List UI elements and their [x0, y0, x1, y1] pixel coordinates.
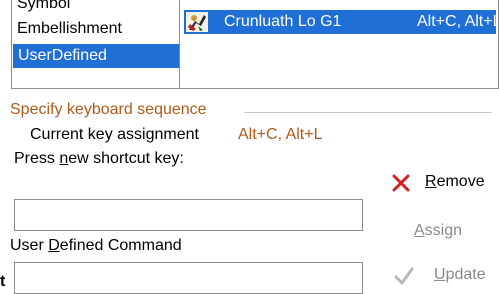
- stray-text: t: [0, 273, 6, 290]
- assignment-row[interactable]: Crunluath Lo G1 Alt+C, Alt+L: [184, 10, 499, 34]
- piper-icon: [186, 12, 208, 32]
- current-assignment-value: Alt+C, Alt+L: [238, 126, 323, 143]
- group-title: Specify keyboard sequence: [10, 101, 207, 118]
- assignment-command-name: Crunluath Lo G1: [224, 13, 342, 30]
- user-defined-command-input[interactable]: [14, 262, 363, 294]
- user-defined-command-label: User Defined Command: [10, 237, 182, 254]
- shortcut-key-input[interactable]: [14, 199, 363, 231]
- category-item-embellishment[interactable]: Embellishment: [17, 17, 122, 41]
- assignment-list[interactable]: Crunluath Lo G1 Alt+C, Alt+L: [179, 0, 499, 89]
- category-item-symbol[interactable]: Symbol: [17, 0, 70, 16]
- current-assignment-label: Current key assignment: [30, 126, 199, 143]
- assignment-keys: Alt+C, Alt+L: [417, 13, 499, 30]
- update-button-label: Update: [434, 266, 486, 283]
- assign-button[interactable]: Assign: [414, 222, 462, 240]
- category-list[interactable]: Symbol Embellishment UserDefined: [11, 0, 190, 89]
- category-item-userdefined[interactable]: UserDefined: [13, 44, 188, 68]
- group-divider: [244, 112, 492, 113]
- update-button[interactable]: Update: [393, 264, 497, 292]
- red-x-icon: [392, 174, 410, 192]
- checkmark-icon: [394, 267, 414, 285]
- remove-button[interactable]: Remove: [390, 169, 496, 199]
- remove-button-label: Remove: [425, 173, 485, 190]
- new-shortcut-label: Press new shortcut key:: [14, 150, 184, 167]
